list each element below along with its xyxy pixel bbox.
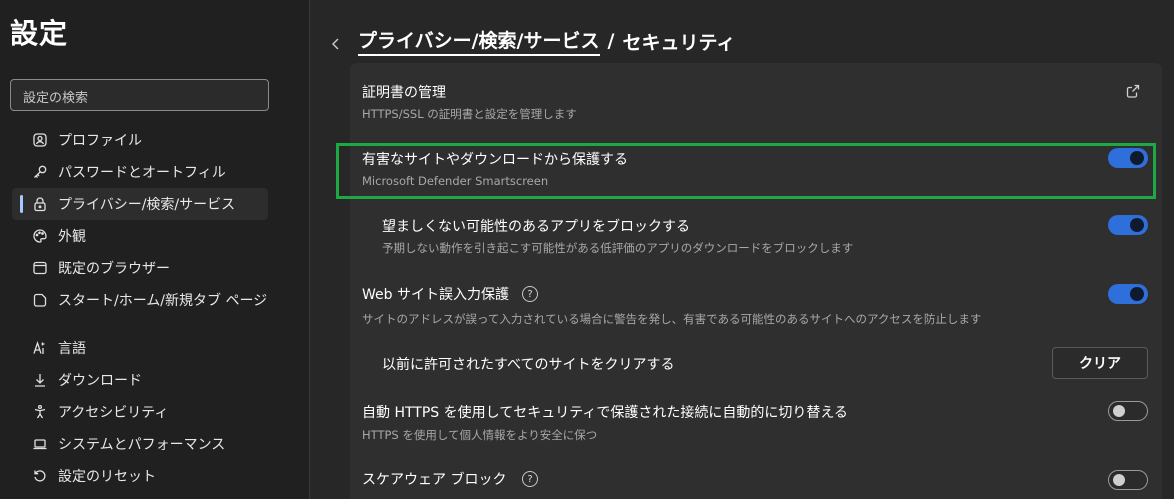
- home-page-icon: [32, 292, 48, 308]
- sidebar-item-languages[interactable]: 言語: [12, 332, 268, 364]
- external-link-icon[interactable]: [1125, 83, 1141, 99]
- sidebar-item-appearance[interactable]: 外観: [12, 220, 268, 252]
- sidebar-item-profile[interactable]: プロファイル: [12, 124, 268, 156]
- page-title: セキュリティ: [622, 31, 736, 54]
- palette-icon: [32, 228, 48, 244]
- typo-protection-desc: サイトのアドレスが誤って入力されている場合に警告を発し、有害である可能性のあるサ…: [362, 312, 982, 326]
- sidebar-item-label: スタート/ホーム/新規タブ ページ: [58, 293, 268, 309]
- key-icon: [32, 164, 48, 180]
- sidebar-title: 設定: [10, 17, 69, 50]
- sidebar-item-system[interactable]: システムとパフォーマンス: [12, 428, 268, 460]
- sidebar-item-label: ダウンロード: [58, 373, 142, 389]
- reset-icon: [32, 468, 48, 484]
- toggle-knob: [1113, 474, 1125, 486]
- sidebar-item-start-home[interactable]: スタート/ホーム/新規タブ ページ: [12, 284, 268, 316]
- auto-https-toggle[interactable]: [1108, 401, 1148, 421]
- block-pua-desc: 予期しない動作を引き起こす可能性がある低評価のアプリのダウンロードをブロックしま…: [382, 241, 854, 255]
- scareware-blocker-toggle[interactable]: [1108, 470, 1148, 490]
- smartscreen-desc: Microsoft Defender Smartscreen: [362, 174, 549, 188]
- typo-protection-title: Web サイト誤入力保護: [362, 287, 509, 303]
- browser-icon: [32, 260, 48, 276]
- toggle-knob: [1113, 405, 1125, 417]
- scareware-blocker-title: スケアウェア ブロック: [362, 472, 507, 488]
- sidebar-item-label: プライバシー/検索/サービス: [58, 197, 236, 213]
- smartscreen-title: 有害なサイトやダウンロードから保護する: [362, 152, 628, 168]
- help-icon[interactable]: ?: [522, 286, 538, 302]
- block-pua-title: 望ましくない可能性のあるアプリをブロックする: [382, 219, 690, 235]
- auto-https-desc: HTTPS を使用して個人情報をより安全に保つ: [362, 428, 598, 442]
- toggle-knob: [1130, 218, 1144, 232]
- sidebar-item-downloads[interactable]: ダウンロード: [12, 364, 268, 396]
- accessibility-icon: [32, 404, 48, 420]
- sidebar-item-default-browser[interactable]: 既定のブラウザー: [12, 252, 268, 284]
- sidebar-item-passwords[interactable]: パスワードとオートフィル: [12, 156, 268, 188]
- toggle-knob: [1130, 151, 1144, 165]
- clear-allowed-sites-title: 以前に許可されたすべてのサイトをクリアする: [382, 357, 675, 373]
- manage-certificates-desc: HTTPS/SSL の証明書と設定を管理します: [362, 107, 577, 121]
- sidebar-item-accessibility[interactable]: アクセシビリティ: [12, 396, 268, 428]
- help-icon[interactable]: ?: [522, 471, 538, 487]
- clear-button[interactable]: クリア: [1052, 347, 1148, 379]
- breadcrumb-parent-link[interactable]: プライバシー/検索/サービス: [358, 26, 600, 56]
- language-icon: [32, 340, 48, 356]
- smartscreen-toggle[interactable]: [1108, 148, 1148, 168]
- sidebar-item-label: 設定のリセット: [58, 469, 156, 485]
- manage-certificates-title[interactable]: 証明書の管理: [362, 82, 446, 102]
- settings-search-input[interactable]: 設定の検索: [10, 79, 269, 111]
- auto-https-title: 自動 HTTPS を使用してセキュリティで保護された接続に自動的に切り替える: [362, 405, 848, 421]
- typo-protection-toggle[interactable]: [1108, 284, 1148, 304]
- laptop-icon: [32, 436, 48, 452]
- sidebar-item-label: プロファイル: [58, 133, 142, 149]
- sidebar-item-label: 既定のブラウザー: [58, 261, 170, 277]
- toggle-knob: [1130, 287, 1144, 301]
- active-indicator: [20, 195, 23, 213]
- sidebar-item-label: パスワードとオートフィル: [58, 165, 226, 181]
- block-pua-toggle[interactable]: [1108, 215, 1148, 235]
- chevron-left-icon[interactable]: [330, 34, 344, 50]
- download-icon: [32, 372, 48, 388]
- sidebar-item-label: 言語: [58, 341, 86, 357]
- settings-sidebar: 設定 設定の検索 プロファイル パスワードとオートフィル プライバシー/検索/サ…: [0, 0, 310, 499]
- sidebar-item-label: システムとパフォーマンス: [58, 437, 226, 453]
- lock-icon: [32, 196, 48, 212]
- breadcrumb-separator: /: [607, 30, 615, 52]
- sidebar-item-reset[interactable]: 設定のリセット: [12, 460, 268, 492]
- sidebar-item-privacy[interactable]: プライバシー/検索/サービス: [12, 188, 268, 220]
- sidebar-item-label: 外観: [58, 229, 86, 245]
- profile-icon: [32, 132, 48, 148]
- sidebar-item-label: アクセシビリティ: [58, 405, 169, 421]
- breadcrumb: プライバシー/検索/サービス / セキュリティ: [330, 26, 736, 56]
